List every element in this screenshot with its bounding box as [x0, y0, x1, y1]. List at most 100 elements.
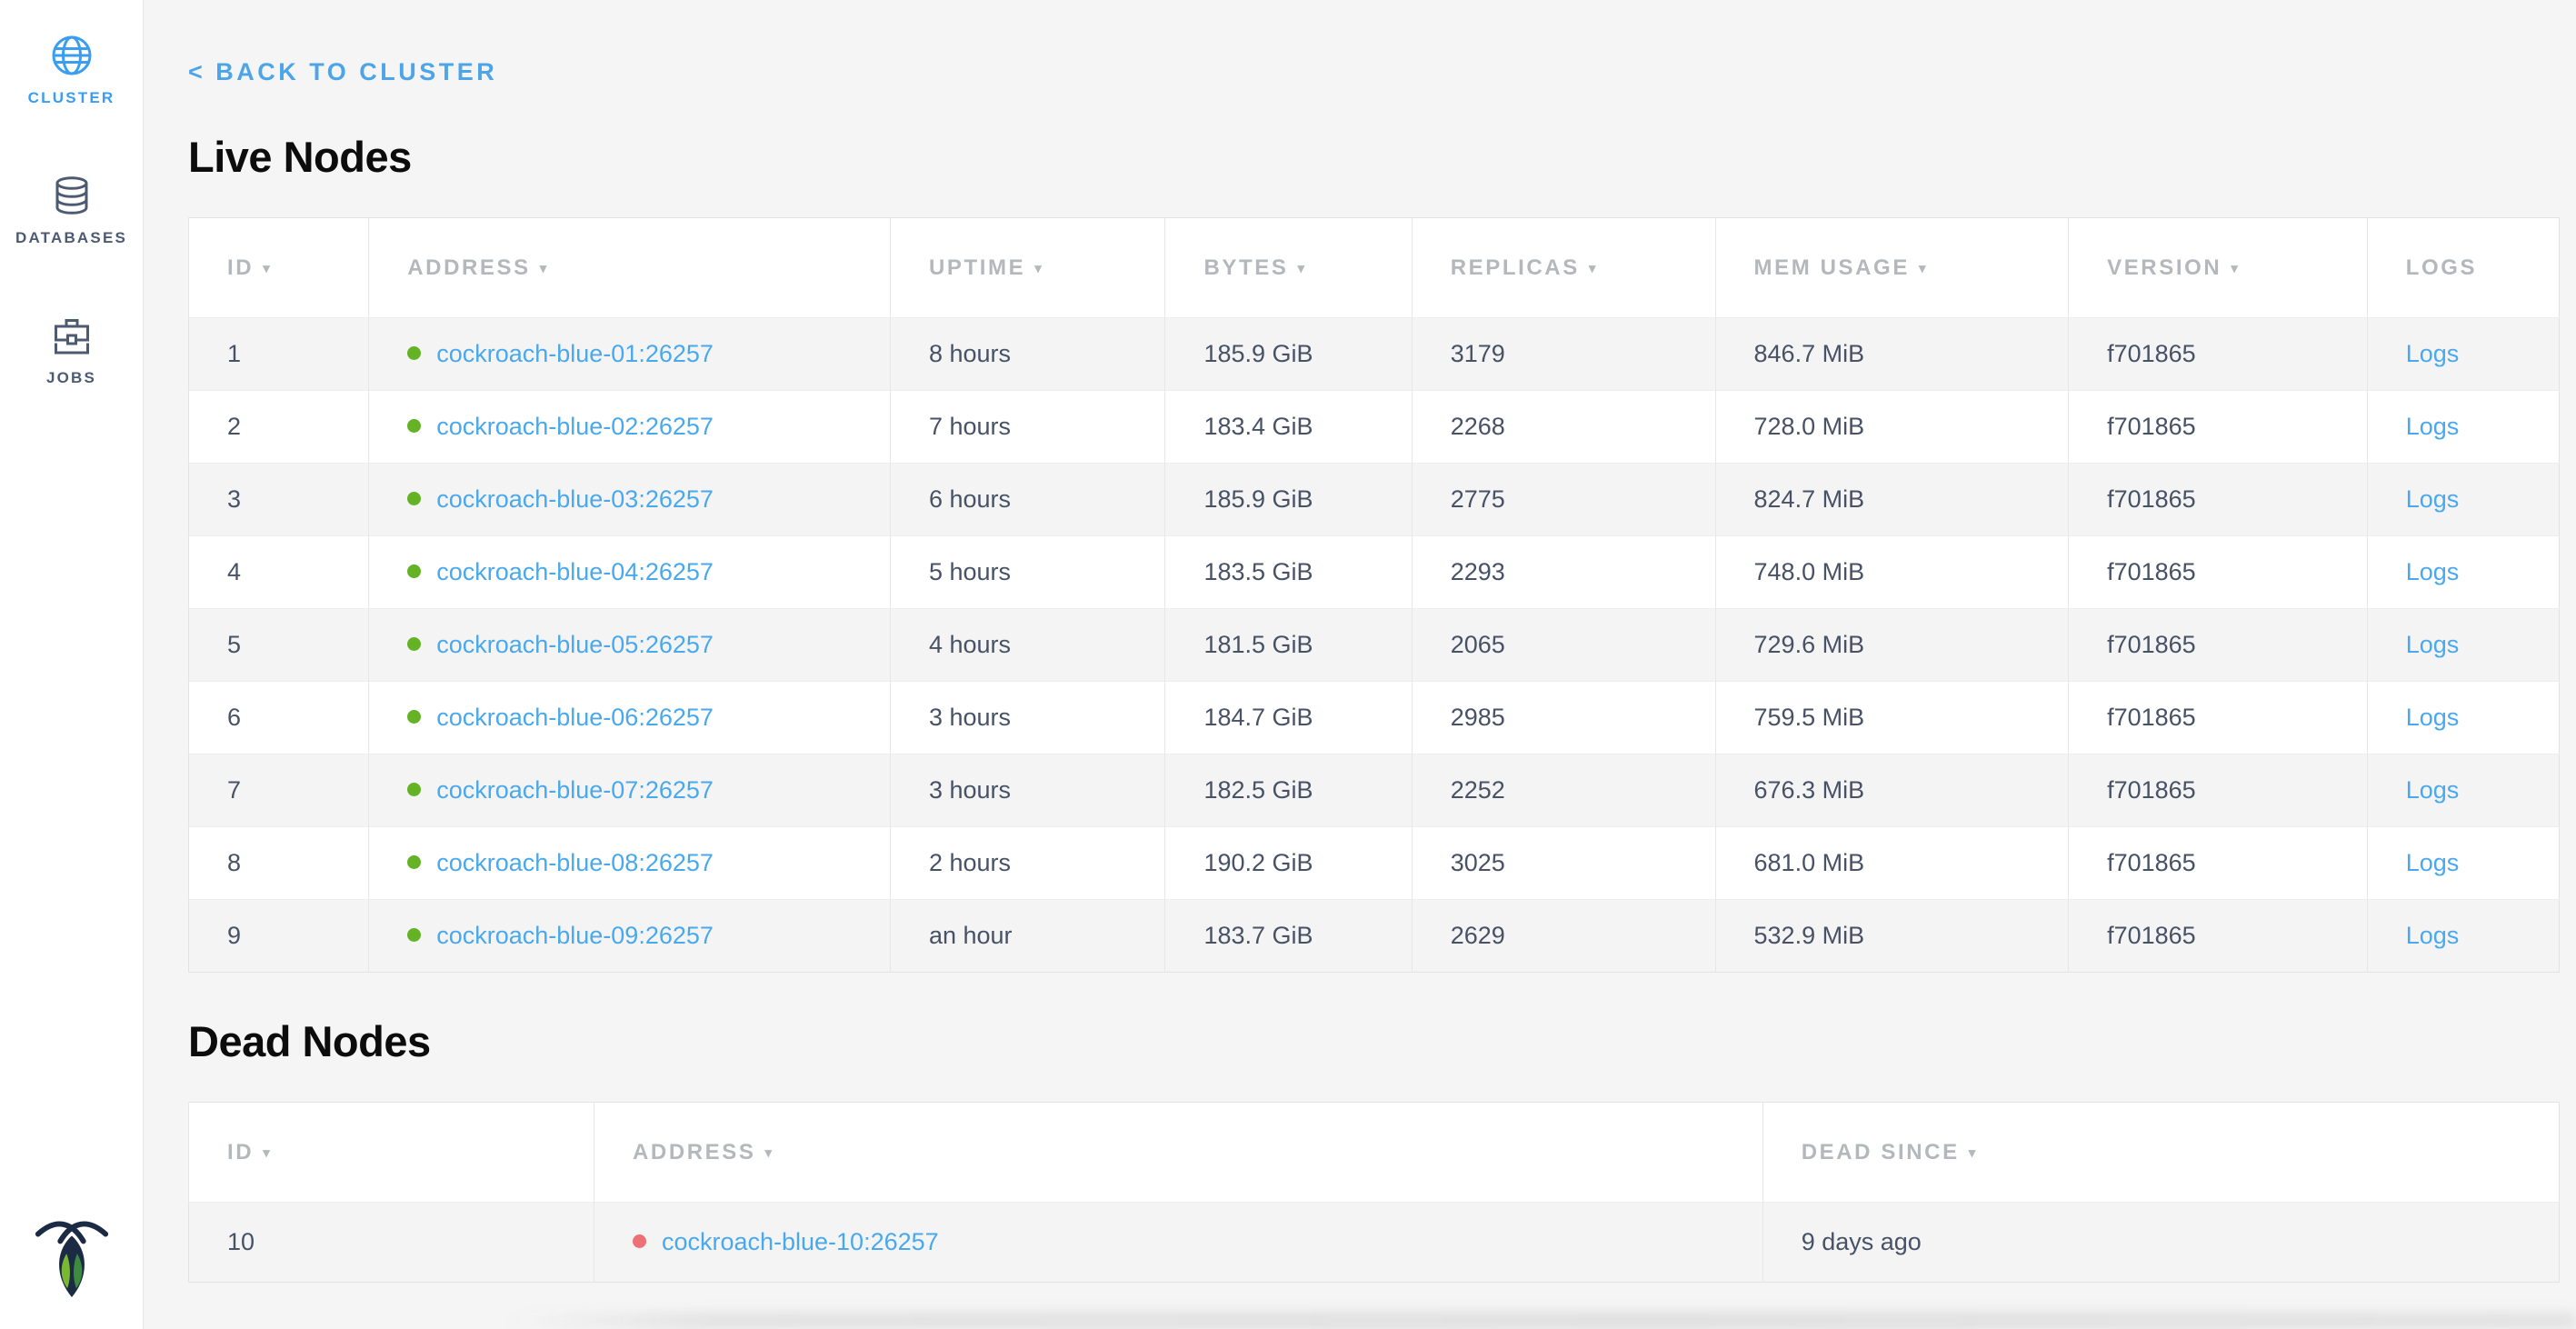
cockroachdb-bug-logo [33, 1217, 111, 1304]
node-bytes-cell: 183.4 GiB [1165, 391, 1412, 464]
dead-status-dot [633, 1234, 646, 1248]
column-header-label: ID [227, 1140, 254, 1164]
logs-link[interactable]: Logs [2406, 558, 2460, 585]
logs-link[interactable]: Logs [2406, 922, 2460, 949]
column-header[interactable]: ID ▾ [189, 218, 369, 318]
logs-link[interactable]: Logs [2406, 413, 2460, 440]
sort-descending-icon: ▾ [765, 1144, 774, 1161]
logs-link[interactable]: Logs [2406, 849, 2460, 876]
node-bytes-cell: 183.5 GiB [1165, 536, 1412, 609]
node-replicas-cell: 2065 [1412, 609, 1715, 682]
column-header-label: LOGS [2406, 255, 2477, 280]
sort-descending-icon: ▾ [263, 260, 272, 276]
node-mem-usage-cell: 728.0 MiB [1715, 391, 2069, 464]
node-address-cell: cockroach-blue-07:26257 [369, 754, 891, 827]
sort-descending-icon: ▾ [1298, 260, 1307, 276]
column-header[interactable]: ID▾ [189, 1103, 594, 1203]
table-row: 8 cockroach-blue-08:26257 2 hours 190.2 … [189, 827, 2560, 900]
table-row: 6 cockroach-blue-06:26257 3 hours 184.7 … [189, 682, 2560, 754]
table-row: 10 cockroach-blue-10:26257 9 days ago [189, 1203, 2560, 1283]
sidebar-item-label: JOBS [46, 369, 96, 387]
node-version-cell: f701865 [2069, 536, 2368, 609]
table-row: 1 cockroach-blue-01:26257 8 hours 185.9 … [189, 318, 2560, 391]
node-mem-usage-cell: 729.6 MiB [1715, 609, 2069, 682]
logs-link[interactable]: Logs [2406, 704, 2460, 731]
column-header-label: VERSION [2107, 255, 2222, 280]
node-bytes-cell: 184.7 GiB [1165, 682, 1412, 754]
column-header-label: ID [227, 255, 254, 280]
sort-descending-icon: ▾ [1589, 260, 1598, 276]
sidebar-item-cluster[interactable]: CLUSTER [0, 33, 143, 107]
live-status-dot [407, 419, 421, 433]
node-address-link[interactable]: cockroach-blue-01:26257 [436, 340, 714, 367]
node-version-cell: f701865 [2069, 682, 2368, 754]
node-id-cell: 7 [189, 754, 369, 827]
column-header[interactable]: DEAD SINCE▾ [1762, 1103, 2559, 1203]
table-row: 7 cockroach-blue-07:26257 3 hours 182.5 … [189, 754, 2560, 827]
dead-nodes-table: ID▾ ADDRESS▾ DEAD SINCE▾ [188, 1102, 2560, 1283]
node-id-cell: 9 [189, 900, 369, 973]
node-bytes-cell: 185.9 GiB [1165, 464, 1412, 536]
node-mem-usage-cell: 748.0 MiB [1715, 536, 2069, 609]
sidebar-item-label: CLUSTER [28, 89, 115, 107]
node-address-link[interactable]: cockroach-blue-04:26257 [436, 558, 714, 585]
node-replicas-cell: 2985 [1412, 682, 1715, 754]
logs-link[interactable]: Logs [2406, 776, 2460, 804]
node-replicas-cell: 2293 [1412, 536, 1715, 609]
sidebar-item-databases[interactable]: DATABASES [0, 173, 143, 247]
column-header[interactable]: ADDRESS▾ [369, 218, 891, 318]
node-address-link[interactable]: cockroach-blue-09:26257 [436, 922, 714, 949]
node-bytes-cell: 182.5 GiB [1165, 754, 1412, 827]
column-header-label: DEAD SINCE [1802, 1140, 1960, 1164]
live-nodes-title: Live Nodes [188, 132, 2560, 183]
table-row: 2 cockroach-blue-02:26257 7 hours 183.4 … [189, 391, 2560, 464]
node-version-cell: f701865 [2069, 318, 2368, 391]
node-bytes-cell: 190.2 GiB [1165, 827, 1412, 900]
column-header[interactable]: REPLICAS ▾ [1412, 218, 1715, 318]
node-uptime-cell: 3 hours [890, 682, 1165, 754]
column-header[interactable]: VERSION▾ [2069, 218, 2368, 318]
table-row: 9 cockroach-blue-09:26257 an hour 183.7 … [189, 900, 2560, 973]
column-header[interactable]: BYTES ▾ [1165, 218, 1412, 318]
main-content: < BACK TO CLUSTER Live Nodes ID ▾ ADDRESS… [144, 0, 2576, 1329]
node-address-cell: cockroach-blue-09:26257 [369, 900, 891, 973]
logs-link[interactable]: Logs [2406, 485, 2460, 513]
node-address-link[interactable]: cockroach-blue-07:26257 [436, 776, 714, 804]
node-address-link[interactable]: cockroach-blue-06:26257 [436, 704, 714, 731]
logs-link[interactable]: Logs [2406, 631, 2460, 658]
node-uptime-cell: 7 hours [890, 391, 1165, 464]
node-uptime-cell: 5 hours [890, 536, 1165, 609]
node-address-link[interactable]: cockroach-blue-02:26257 [436, 413, 714, 440]
table-row: 3 cockroach-blue-03:26257 6 hours 185.9 … [189, 464, 2560, 536]
node-uptime-cell: 3 hours [890, 754, 1165, 827]
node-address-cell: cockroach-blue-06:26257 [369, 682, 891, 754]
node-address-link[interactable]: cockroach-blue-05:26257 [436, 631, 714, 658]
column-header[interactable]: ADDRESS▾ [594, 1103, 1762, 1203]
node-address-cell: cockroach-blue-08:26257 [369, 827, 891, 900]
back-to-cluster-link[interactable]: < BACK TO CLUSTER [188, 58, 497, 86]
node-address-link[interactable]: cockroach-blue-10:26257 [662, 1228, 939, 1255]
node-address-link[interactable]: cockroach-blue-03:26257 [436, 485, 714, 513]
column-header-label: REPLICAS [1451, 255, 1580, 280]
sort-descending-icon: ▾ [1034, 260, 1043, 276]
node-address-cell: cockroach-blue-04:26257 [369, 536, 891, 609]
node-id-cell: 4 [189, 536, 369, 609]
node-id-cell: 2 [189, 391, 369, 464]
node-address-cell: cockroach-blue-02:26257 [369, 391, 891, 464]
node-address-link[interactable]: cockroach-blue-08:26257 [436, 849, 714, 876]
sidebar-item-jobs[interactable]: JOBS [0, 313, 143, 387]
node-replicas-cell: 3179 [1412, 318, 1715, 391]
column-header[interactable]: MEM USAGE▾ [1715, 218, 2069, 318]
node-logs-cell: Logs [2367, 682, 2559, 754]
live-status-dot [407, 855, 421, 869]
column-header[interactable]: UPTIME▾ [890, 218, 1165, 318]
logs-link[interactable]: Logs [2406, 340, 2460, 367]
node-mem-usage-cell: 676.3 MiB [1715, 754, 2069, 827]
node-bytes-cell: 183.7 GiB [1165, 900, 1412, 973]
node-replicas-cell: 2268 [1412, 391, 1715, 464]
briefcase-icon [51, 313, 93, 358]
node-bytes-cell: 181.5 GiB [1165, 609, 1412, 682]
node-mem-usage-cell: 532.9 MiB [1715, 900, 2069, 973]
live-status-dot [407, 346, 421, 360]
column-header-label: BYTES [1203, 255, 1288, 280]
